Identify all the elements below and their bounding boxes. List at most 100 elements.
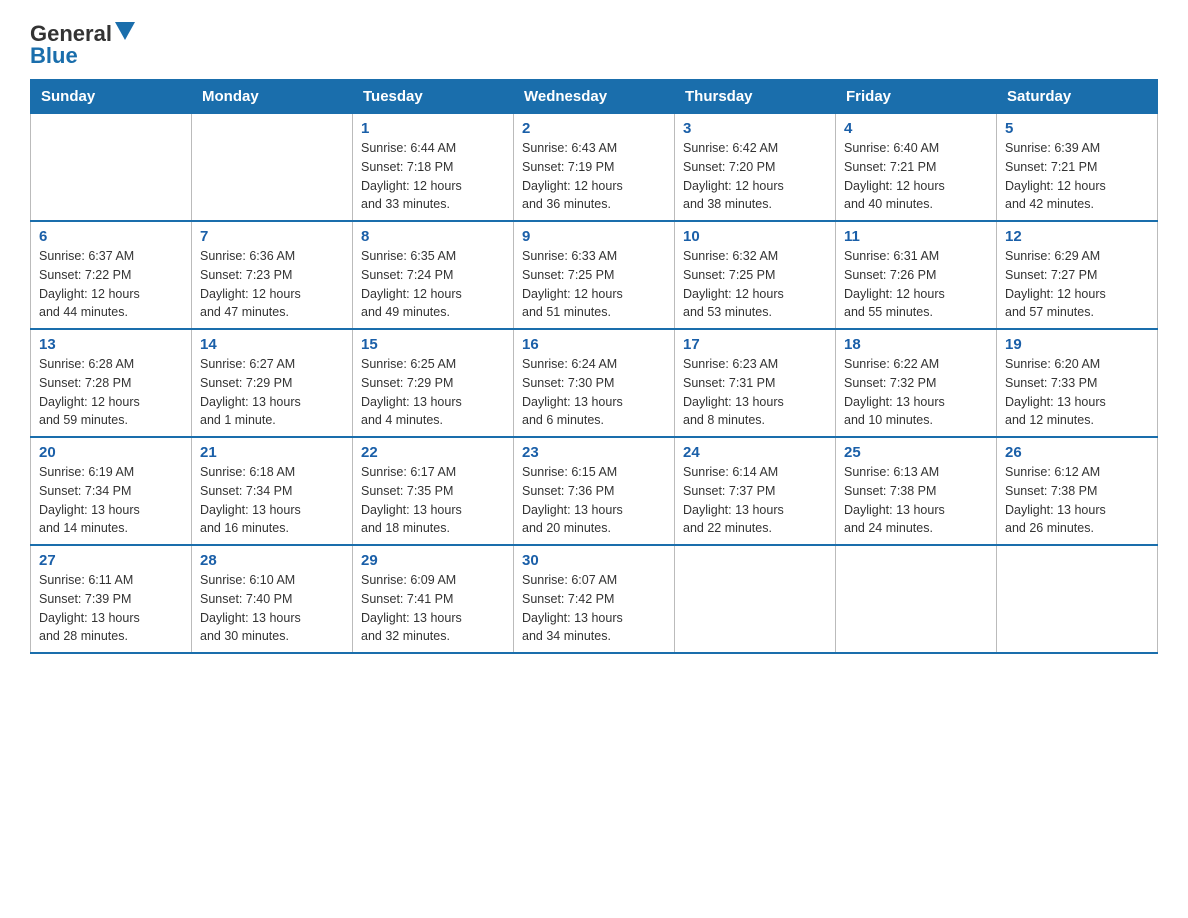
day-info: Sunrise: 6:24 AM Sunset: 7:30 PM Dayligh…	[522, 355, 666, 430]
day-number: 21	[200, 444, 344, 461]
day-number: 22	[361, 444, 505, 461]
day-info: Sunrise: 6:28 AM Sunset: 7:28 PM Dayligh…	[39, 355, 183, 430]
logo-triangle-icon	[115, 22, 135, 42]
header-saturday: Saturday	[997, 80, 1158, 114]
calendar-cell: 22 Sunrise: 6:17 AM Sunset: 7:35 PM Dayli…	[353, 437, 514, 545]
day-number: 13	[39, 336, 183, 353]
day-number: 7	[200, 228, 344, 245]
header-wednesday: Wednesday	[514, 80, 675, 114]
calendar-cell	[192, 114, 353, 222]
header-tuesday: Tuesday	[353, 80, 514, 114]
day-info: Sunrise: 6:40 AM Sunset: 7:21 PM Dayligh…	[844, 139, 988, 214]
day-info: Sunrise: 6:36 AM Sunset: 7:23 PM Dayligh…	[200, 247, 344, 322]
calendar-cell: 8 Sunrise: 6:35 AM Sunset: 7:24 PM Daylig…	[353, 221, 514, 329]
calendar-cell	[836, 545, 997, 653]
day-info: Sunrise: 6:42 AM Sunset: 7:20 PM Dayligh…	[683, 139, 827, 214]
day-info: Sunrise: 6:13 AM Sunset: 7:38 PM Dayligh…	[844, 463, 988, 538]
header-friday: Friday	[836, 80, 997, 114]
calendar-cell: 26 Sunrise: 6:12 AM Sunset: 7:38 PM Dayli…	[997, 437, 1158, 545]
calendar-cell: 21 Sunrise: 6:18 AM Sunset: 7:34 PM Dayli…	[192, 437, 353, 545]
day-number: 28	[200, 552, 344, 569]
calendar-cell	[997, 545, 1158, 653]
calendar-cell: 9 Sunrise: 6:33 AM Sunset: 7:25 PM Daylig…	[514, 221, 675, 329]
calendar-cell: 17 Sunrise: 6:23 AM Sunset: 7:31 PM Dayli…	[675, 329, 836, 437]
day-info: Sunrise: 6:32 AM Sunset: 7:25 PM Dayligh…	[683, 247, 827, 322]
day-number: 14	[200, 336, 344, 353]
logo-blue: Blue	[30, 43, 78, 69]
calendar-cell: 14Sunrise: 6:27 AM Sunset: 7:29 PM Dayli…	[192, 329, 353, 437]
calendar-cell: 11Sunrise: 6:31 AM Sunset: 7:26 PM Dayli…	[836, 221, 997, 329]
day-info: Sunrise: 6:44 AM Sunset: 7:18 PM Dayligh…	[361, 139, 505, 214]
day-number: 15	[361, 336, 505, 353]
day-number: 3	[683, 120, 827, 137]
calendar-cell: 20 Sunrise: 6:19 AM Sunset: 7:34 PM Dayli…	[31, 437, 192, 545]
header-thursday: Thursday	[675, 80, 836, 114]
calendar-week-row: 13 Sunrise: 6:28 AM Sunset: 7:28 PM Dayli…	[31, 329, 1158, 437]
calendar-cell	[31, 114, 192, 222]
calendar-cell: 24 Sunrise: 6:14 AM Sunset: 7:37 PM Dayli…	[675, 437, 836, 545]
day-info: Sunrise: 6:14 AM Sunset: 7:37 PM Dayligh…	[683, 463, 827, 538]
day-number: 27	[39, 552, 183, 569]
day-number: 19	[1005, 336, 1149, 353]
calendar-cell: 4Sunrise: 6:40 AM Sunset: 7:21 PM Daylig…	[836, 114, 997, 222]
calendar-cell	[675, 545, 836, 653]
calendar-cell: 5 Sunrise: 6:39 AM Sunset: 7:21 PM Daylig…	[997, 114, 1158, 222]
day-info: Sunrise: 6:12 AM Sunset: 7:38 PM Dayligh…	[1005, 463, 1149, 538]
calendar-week-row: 27 Sunrise: 6:11 AM Sunset: 7:39 PM Dayli…	[31, 545, 1158, 653]
day-info: Sunrise: 6:09 AM Sunset: 7:41 PM Dayligh…	[361, 571, 505, 646]
day-info: Sunrise: 6:33 AM Sunset: 7:25 PM Dayligh…	[522, 247, 666, 322]
day-number: 17	[683, 336, 827, 353]
day-info: Sunrise: 6:22 AM Sunset: 7:32 PM Dayligh…	[844, 355, 988, 430]
day-number: 26	[1005, 444, 1149, 461]
day-number: 8	[361, 228, 505, 245]
calendar-week-row: 20 Sunrise: 6:19 AM Sunset: 7:34 PM Dayli…	[31, 437, 1158, 545]
calendar-cell: 29 Sunrise: 6:09 AM Sunset: 7:41 PM Dayli…	[353, 545, 514, 653]
day-info: Sunrise: 6:31 AM Sunset: 7:26 PM Dayligh…	[844, 247, 988, 322]
calendar-cell: 16 Sunrise: 6:24 AM Sunset: 7:30 PM Dayli…	[514, 329, 675, 437]
day-info: Sunrise: 6:18 AM Sunset: 7:34 PM Dayligh…	[200, 463, 344, 538]
header-monday: Monday	[192, 80, 353, 114]
calendar-cell: 6Sunrise: 6:37 AM Sunset: 7:22 PM Daylig…	[31, 221, 192, 329]
day-number: 1	[361, 120, 505, 137]
calendar-cell: 7 Sunrise: 6:36 AM Sunset: 7:23 PM Daylig…	[192, 221, 353, 329]
calendar-cell: 19 Sunrise: 6:20 AM Sunset: 7:33 PM Dayli…	[997, 329, 1158, 437]
calendar-cell: 10 Sunrise: 6:32 AM Sunset: 7:25 PM Dayli…	[675, 221, 836, 329]
calendar-cell: 25 Sunrise: 6:13 AM Sunset: 7:38 PM Dayli…	[836, 437, 997, 545]
day-number: 16	[522, 336, 666, 353]
calendar-header-row: SundayMondayTuesdayWednesdayThursdayFrid…	[31, 80, 1158, 114]
calendar-cell: 18Sunrise: 6:22 AM Sunset: 7:32 PM Dayli…	[836, 329, 997, 437]
day-info: Sunrise: 6:35 AM Sunset: 7:24 PM Dayligh…	[361, 247, 505, 322]
day-number: 25	[844, 444, 988, 461]
calendar-cell: 3 Sunrise: 6:42 AM Sunset: 7:20 PM Daylig…	[675, 114, 836, 222]
calendar-week-row: 6Sunrise: 6:37 AM Sunset: 7:22 PM Daylig…	[31, 221, 1158, 329]
header-sunday: Sunday	[31, 80, 192, 114]
day-number: 9	[522, 228, 666, 245]
day-number: 6	[39, 228, 183, 245]
day-info: Sunrise: 6:29 AM Sunset: 7:27 PM Dayligh…	[1005, 247, 1149, 322]
day-info: Sunrise: 6:20 AM Sunset: 7:33 PM Dayligh…	[1005, 355, 1149, 430]
calendar-cell: 28 Sunrise: 6:10 AM Sunset: 7:40 PM Dayli…	[192, 545, 353, 653]
day-info: Sunrise: 6:23 AM Sunset: 7:31 PM Dayligh…	[683, 355, 827, 430]
day-number: 5	[1005, 120, 1149, 137]
calendar-cell: 30Sunrise: 6:07 AM Sunset: 7:42 PM Dayli…	[514, 545, 675, 653]
calendar-cell: 15 Sunrise: 6:25 AM Sunset: 7:29 PM Dayli…	[353, 329, 514, 437]
day-number: 2	[522, 120, 666, 137]
page-header: General Blue	[30, 20, 1158, 69]
calendar-table: SundayMondayTuesdayWednesdayThursdayFrid…	[30, 79, 1158, 654]
day-info: Sunrise: 6:25 AM Sunset: 7:29 PM Dayligh…	[361, 355, 505, 430]
day-info: Sunrise: 6:43 AM Sunset: 7:19 PM Dayligh…	[522, 139, 666, 214]
calendar-cell: 13 Sunrise: 6:28 AM Sunset: 7:28 PM Dayli…	[31, 329, 192, 437]
calendar-cell: 27 Sunrise: 6:11 AM Sunset: 7:39 PM Dayli…	[31, 545, 192, 653]
calendar-week-row: 1 Sunrise: 6:44 AM Sunset: 7:18 PM Daylig…	[31, 114, 1158, 222]
day-number: 29	[361, 552, 505, 569]
day-number: 12	[1005, 228, 1149, 245]
day-number: 20	[39, 444, 183, 461]
day-number: 10	[683, 228, 827, 245]
day-info: Sunrise: 6:39 AM Sunset: 7:21 PM Dayligh…	[1005, 139, 1149, 214]
day-info: Sunrise: 6:10 AM Sunset: 7:40 PM Dayligh…	[200, 571, 344, 646]
day-number: 23	[522, 444, 666, 461]
day-info: Sunrise: 6:19 AM Sunset: 7:34 PM Dayligh…	[39, 463, 183, 538]
day-info: Sunrise: 6:17 AM Sunset: 7:35 PM Dayligh…	[361, 463, 505, 538]
day-number: 24	[683, 444, 827, 461]
day-info: Sunrise: 6:11 AM Sunset: 7:39 PM Dayligh…	[39, 571, 183, 646]
